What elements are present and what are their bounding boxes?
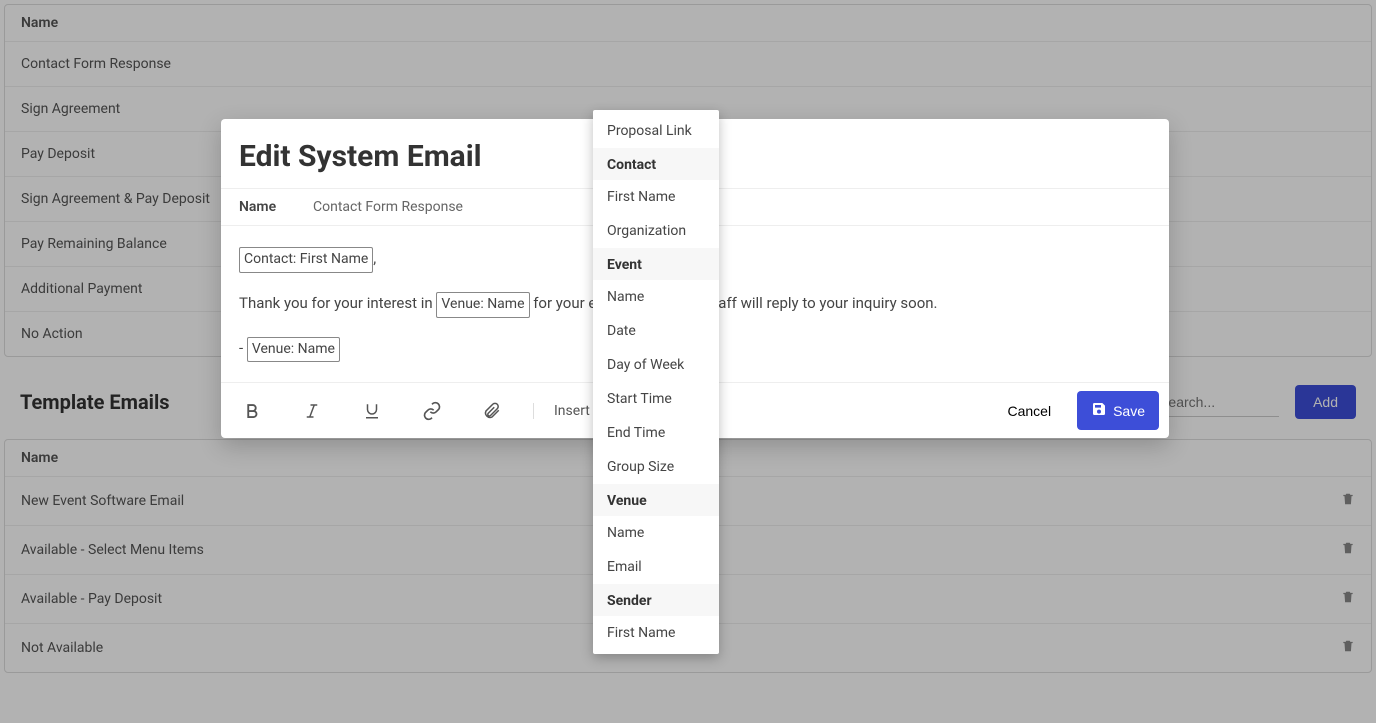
dropdown-item[interactable]: Name	[593, 516, 719, 550]
save-label: Save	[1113, 403, 1145, 419]
underline-button[interactable]	[351, 393, 393, 429]
dropdown-item[interactable]: Day of Week	[593, 348, 719, 382]
dropdown-section-header: Contact	[593, 148, 719, 180]
dropdown-item[interactable]: Proposal Link	[593, 114, 719, 148]
token-venue-name[interactable]: Venue: Name	[247, 337, 340, 363]
text: ,	[373, 249, 376, 267]
token-venue-name[interactable]: Venue: Name	[436, 292, 529, 318]
dropdown-item[interactable]: First Name	[593, 616, 719, 650]
text: -	[239, 339, 247, 357]
dropdown-item[interactable]: Group Size	[593, 450, 719, 484]
token-contact-first-name[interactable]: Contact: First Name	[239, 247, 373, 273]
italic-button[interactable]	[291, 393, 333, 429]
dropdown-section-header: Sender	[593, 584, 719, 616]
save-button[interactable]: Save	[1077, 391, 1159, 430]
dropdown-item[interactable]: Organization	[593, 214, 719, 248]
dropdown-item[interactable]: End Time	[593, 416, 719, 450]
text: Thank you for your interest in	[239, 294, 436, 312]
dropdown-item[interactable]: Name	[593, 280, 719, 314]
dropdown-section-header: Event	[593, 248, 719, 280]
text: for your event. One of our staff will re…	[530, 294, 938, 312]
dropdown-section-header: Venue	[593, 484, 719, 516]
dropdown-item[interactable]: Email	[593, 550, 719, 584]
name-label: Name	[239, 199, 313, 215]
name-value[interactable]: Contact Form Response	[313, 199, 463, 215]
dropdown-item[interactable]: Start Time	[593, 382, 719, 416]
cancel-button[interactable]: Cancel	[993, 393, 1065, 429]
dropdown-item[interactable]: First Name	[593, 180, 719, 214]
dropdown-item[interactable]: Date	[593, 314, 719, 348]
attachment-button[interactable]	[471, 393, 513, 429]
bold-button[interactable]	[231, 393, 273, 429]
link-button[interactable]	[411, 393, 453, 429]
save-icon	[1091, 401, 1107, 420]
insert-dropdown-menu: Proposal LinkContactFirst NameOrganizati…	[593, 110, 719, 654]
insert-label: Insert	[554, 403, 590, 419]
